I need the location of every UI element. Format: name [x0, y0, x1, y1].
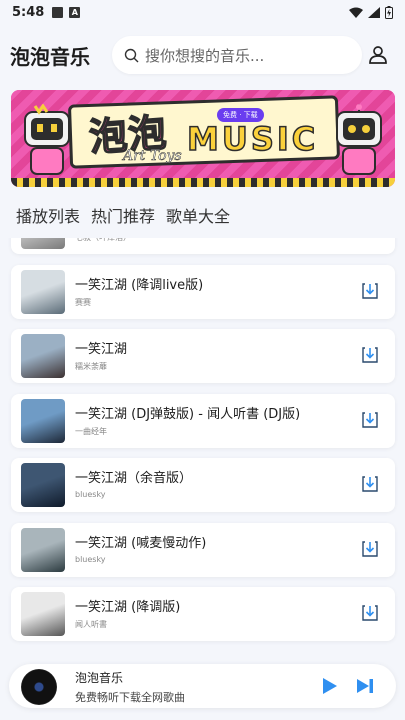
song-title: 一笑江湖 (喊麦慢动作)	[75, 535, 207, 551]
download-icon[interactable]	[361, 411, 379, 429]
app-header: 泡泡音乐 搜你想搜的音乐...	[0, 30, 405, 80]
song-artist: 赛赛	[75, 297, 91, 307]
download-icon[interactable]	[361, 604, 379, 622]
song-artist: 闻人听書	[75, 620, 107, 629]
user-profile-button[interactable]	[365, 42, 391, 68]
user-icon	[369, 46, 387, 64]
signal-icon	[368, 6, 380, 18]
song-row[interactable]: 七叔（叶泽浩）	[11, 238, 395, 254]
search-placeholder: 搜你想搜的音乐...	[145, 46, 265, 65]
song-title: 一笑江湖（余音版）	[75, 471, 193, 486]
song-row[interactable]: 一笑江湖 糯米荼蘼	[11, 329, 395, 383]
download-icon[interactable]	[361, 282, 379, 300]
song-title: 一笑江湖 (降调版)	[75, 600, 181, 615]
album-cover	[21, 463, 65, 507]
album-cover	[21, 592, 65, 636]
download-icon[interactable]	[361, 346, 379, 364]
album-cover	[21, 334, 65, 378]
tab-hot[interactable]: 热门推荐	[91, 203, 155, 233]
download-icon[interactable]	[361, 540, 379, 558]
player-title: 泡泡音乐	[75, 671, 124, 685]
banner-subtitle: Art Toys	[123, 148, 182, 165]
player-subtitle: 免费畅听下载全网歌曲	[75, 691, 185, 704]
status-time: 5:48	[12, 4, 45, 20]
download-icon[interactable]	[361, 475, 379, 493]
song-artist: bluesky	[75, 554, 106, 564]
song-row[interactable]: 一笑江湖 (降调版) 闻人听書	[11, 587, 395, 641]
album-cover	[21, 269, 65, 314]
search-input[interactable]: 搜你想搜的音乐...	[112, 36, 362, 74]
next-track-icon[interactable]	[356, 678, 374, 694]
song-artist: 七叔（叶泽浩）	[75, 238, 131, 243]
song-title: 一笑江湖	[75, 342, 128, 357]
tab-collections[interactable]: 歌单大全	[166, 203, 230, 233]
search-icon	[124, 48, 139, 62]
album-cover	[21, 527, 65, 572]
song-row[interactable]: 一笑江湖 (降调live版) 赛赛	[11, 264, 395, 319]
album-disc-icon	[21, 669, 57, 705]
robot-right-icon	[336, 104, 382, 175]
song-artist: 一曲经年	[75, 426, 107, 436]
banner-music-text: MUSIC	[186, 119, 319, 159]
song-title: 一笑江湖 (降调live版)	[75, 277, 204, 293]
status-bar: 5:48 A	[0, 0, 405, 24]
song-title: 一笑江湖 (DJ弹鼓版) - 闻人听書 (DJ版)	[75, 406, 301, 422]
song-artist: 糯米荼蘼	[75, 362, 107, 371]
battery-icon	[385, 5, 393, 19]
app-title: 泡泡音乐	[10, 44, 90, 69]
album-cover	[21, 398, 65, 443]
song-list[interactable]: 七叔（叶泽浩） 一笑江湖 (降调live版) 赛赛一笑江湖糯米荼蘼一笑江湖 (DJ弹…	[0, 238, 405, 664]
song-row[interactable]: 一笑江湖 (喊麦慢动作) bluesky	[11, 522, 395, 577]
app-notification-icon: A	[69, 6, 81, 18]
play-icon[interactable]	[320, 677, 338, 695]
album-cover	[21, 238, 65, 249]
song-row[interactable]: 一笑江湖（余音版） bluesky	[11, 458, 395, 512]
tab-bar: 播放列表 热门推荐 歌单大全	[16, 203, 230, 233]
tab-playlist[interactable]: 播放列表	[16, 203, 80, 233]
mini-player[interactable]: 泡泡音乐 免费畅听下载全网歌曲	[9, 664, 396, 708]
robot-left-icon	[24, 104, 70, 175]
wifi-icon	[349, 7, 363, 18]
banner-checker-strip	[11, 178, 395, 187]
song-row[interactable]: 一笑江湖 (DJ弹鼓版) - 闻人听書 (DJ版) 一曲经年	[11, 393, 395, 448]
notification-icon	[52, 6, 64, 18]
song-artist: bluesky	[75, 490, 106, 499]
promo-banner[interactable]: 泡泡 免费 · 下载 MUSIC Art Toys	[11, 90, 395, 187]
